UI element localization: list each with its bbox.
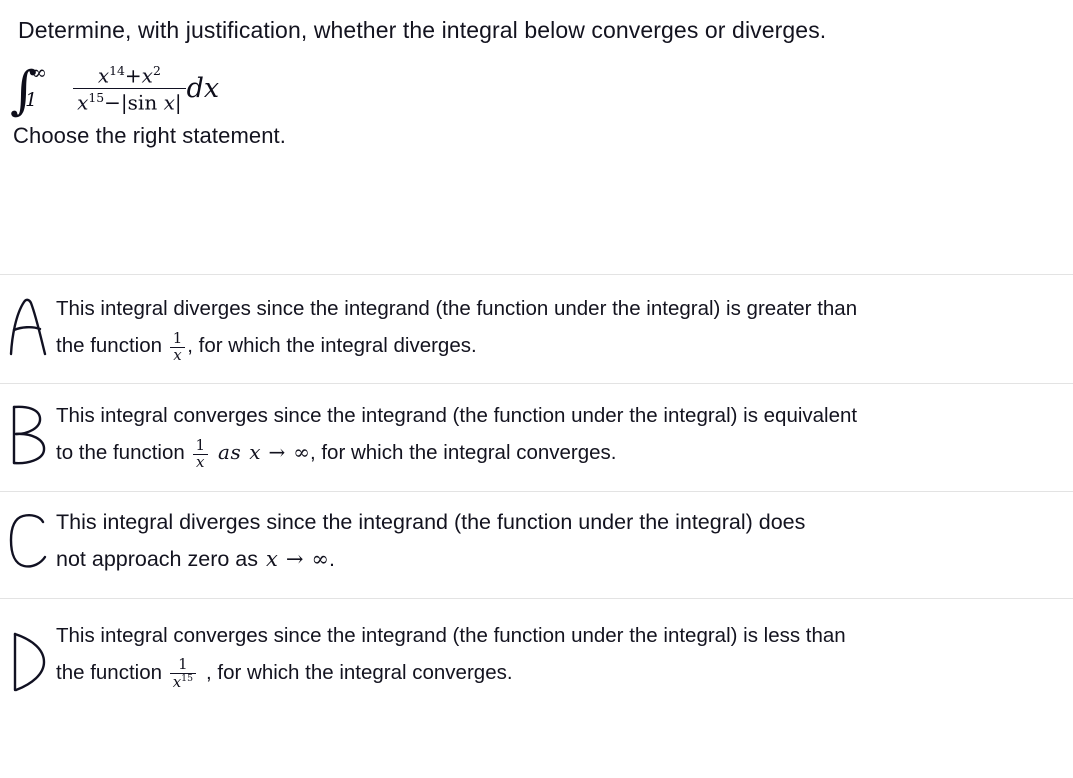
letter-d-handwritten-icon <box>13 632 46 692</box>
integrand-fraction: x14+x2 x15−|sin x| <box>73 63 186 115</box>
option-c-body: This integral diverges since the integra… <box>56 504 1073 578</box>
option-b-variable: x <box>249 439 261 464</box>
numerator-plus: + <box>124 63 142 88</box>
option-b-fraction: 1x <box>192 438 209 472</box>
sin-operator: sin <box>127 90 158 115</box>
option-c-variable: x <box>266 546 278 571</box>
option-d-line-1: This integral converges since the integr… <box>56 623 846 647</box>
answer-option-a[interactable]: This integral diverges since the integra… <box>0 273 1073 383</box>
option-b-as-word: as <box>218 439 242 464</box>
option-d-body: This integral converges since the integr… <box>56 617 1073 691</box>
question-prompt-text: Determine, with justification, whether t… <box>18 17 827 43</box>
option-a-frac-denominator: x <box>173 346 182 365</box>
option-c-infinity: ∞ <box>311 546 329 571</box>
option-c-line-1: This integral diverges since the integra… <box>56 509 806 534</box>
option-a-fraction: 1x <box>169 331 186 365</box>
option-b-infinity: ∞ <box>293 439 310 464</box>
denominator-minus: − <box>104 90 121 115</box>
abs-bar-open: | <box>120 90 128 115</box>
option-c-line-2: not approach zero as x → ∞. <box>56 541 1055 578</box>
option-d-line2-before: the function <box>56 660 162 684</box>
answer-option-c[interactable]: This integral diverges since the integra… <box>0 490 1073 598</box>
numerator-exponent-2: 2 <box>152 62 161 78</box>
differential-dx: dx <box>186 73 220 105</box>
answer-option-b[interactable]: This integral converges since the integr… <box>0 382 1073 491</box>
option-b-line2-after: , for which the integral converges. <box>309 440 617 464</box>
option-a-line2-before: the function <box>56 333 162 357</box>
letter-b-handwritten-icon <box>12 405 46 465</box>
integral-upper-limit: ∞ <box>31 61 47 84</box>
option-c-line2-after: . <box>328 546 335 571</box>
option-d-frac-den-base: x <box>172 673 182 692</box>
option-b-frac-denominator: x <box>196 453 205 472</box>
integral-expression: ∫ ∞ 1 x14+x2 x15−|sin x| dx <box>10 62 220 117</box>
option-b-line-1: This integral converges since the integr… <box>56 403 858 427</box>
option-d-frac-den-exponent: 15 <box>181 673 194 685</box>
option-d-letter <box>0 617 56 693</box>
option-b-body: This integral converges since the integr… <box>56 397 1073 471</box>
option-d-line2-after: , for which the integral converges. <box>206 660 513 684</box>
integral-limits: ∞ 1 <box>25 62 57 114</box>
option-d-frac-denominator: x15 <box>170 674 196 691</box>
integrand-denominator: x15−|sin x| <box>77 90 182 115</box>
spacer-block <box>0 149 1073 274</box>
sin-argument: x <box>163 90 175 115</box>
answer-options-list: This integral diverges since the integra… <box>0 273 1073 717</box>
option-c-arrow-icon: → <box>285 546 304 571</box>
integral-formula: ∫ ∞ 1 x14+x2 x15−|sin x| dx <box>0 45 1073 117</box>
option-d-line-2: the function 1 x15 , for which the integra… <box>56 654 1055 691</box>
letter-a-handwritten-icon <box>9 298 47 356</box>
integrand-numerator: x14+x2 <box>73 63 186 90</box>
option-c-line2-before: not approach zero as <box>56 546 258 571</box>
option-b-letter <box>0 397 56 467</box>
numerator-exponent-1: 14 <box>109 62 125 78</box>
option-a-line-2: the function 1x, for which the integral … <box>56 327 1055 364</box>
option-c-letter <box>0 504 56 570</box>
option-b-line2-before: to the function <box>56 440 185 464</box>
question-prompt-area: Determine, with justification, whether t… <box>0 0 1073 274</box>
integral-lower-limit: 1 <box>25 88 38 111</box>
option-a-line2-after: , for which the integral diverges. <box>187 333 477 357</box>
option-b-arrow-icon: → <box>268 439 286 464</box>
option-d-fraction: 1 x15 <box>169 657 197 691</box>
answer-option-d[interactable]: This integral converges since the integr… <box>0 597 1073 717</box>
option-d-frac-numerator: 1 <box>169 657 197 675</box>
option-a-line-1: This integral diverges since the integra… <box>56 296 858 320</box>
option-b-line-2: to the function 1 x as x → ∞, for which the i… <box>56 434 1055 471</box>
option-a-body: This integral diverges since the integra… <box>56 290 1073 364</box>
letter-c-handwritten-icon <box>9 514 47 568</box>
option-a-letter <box>0 290 56 358</box>
abs-bar-close: | <box>174 90 182 115</box>
denominator-exponent: 15 <box>88 90 105 106</box>
